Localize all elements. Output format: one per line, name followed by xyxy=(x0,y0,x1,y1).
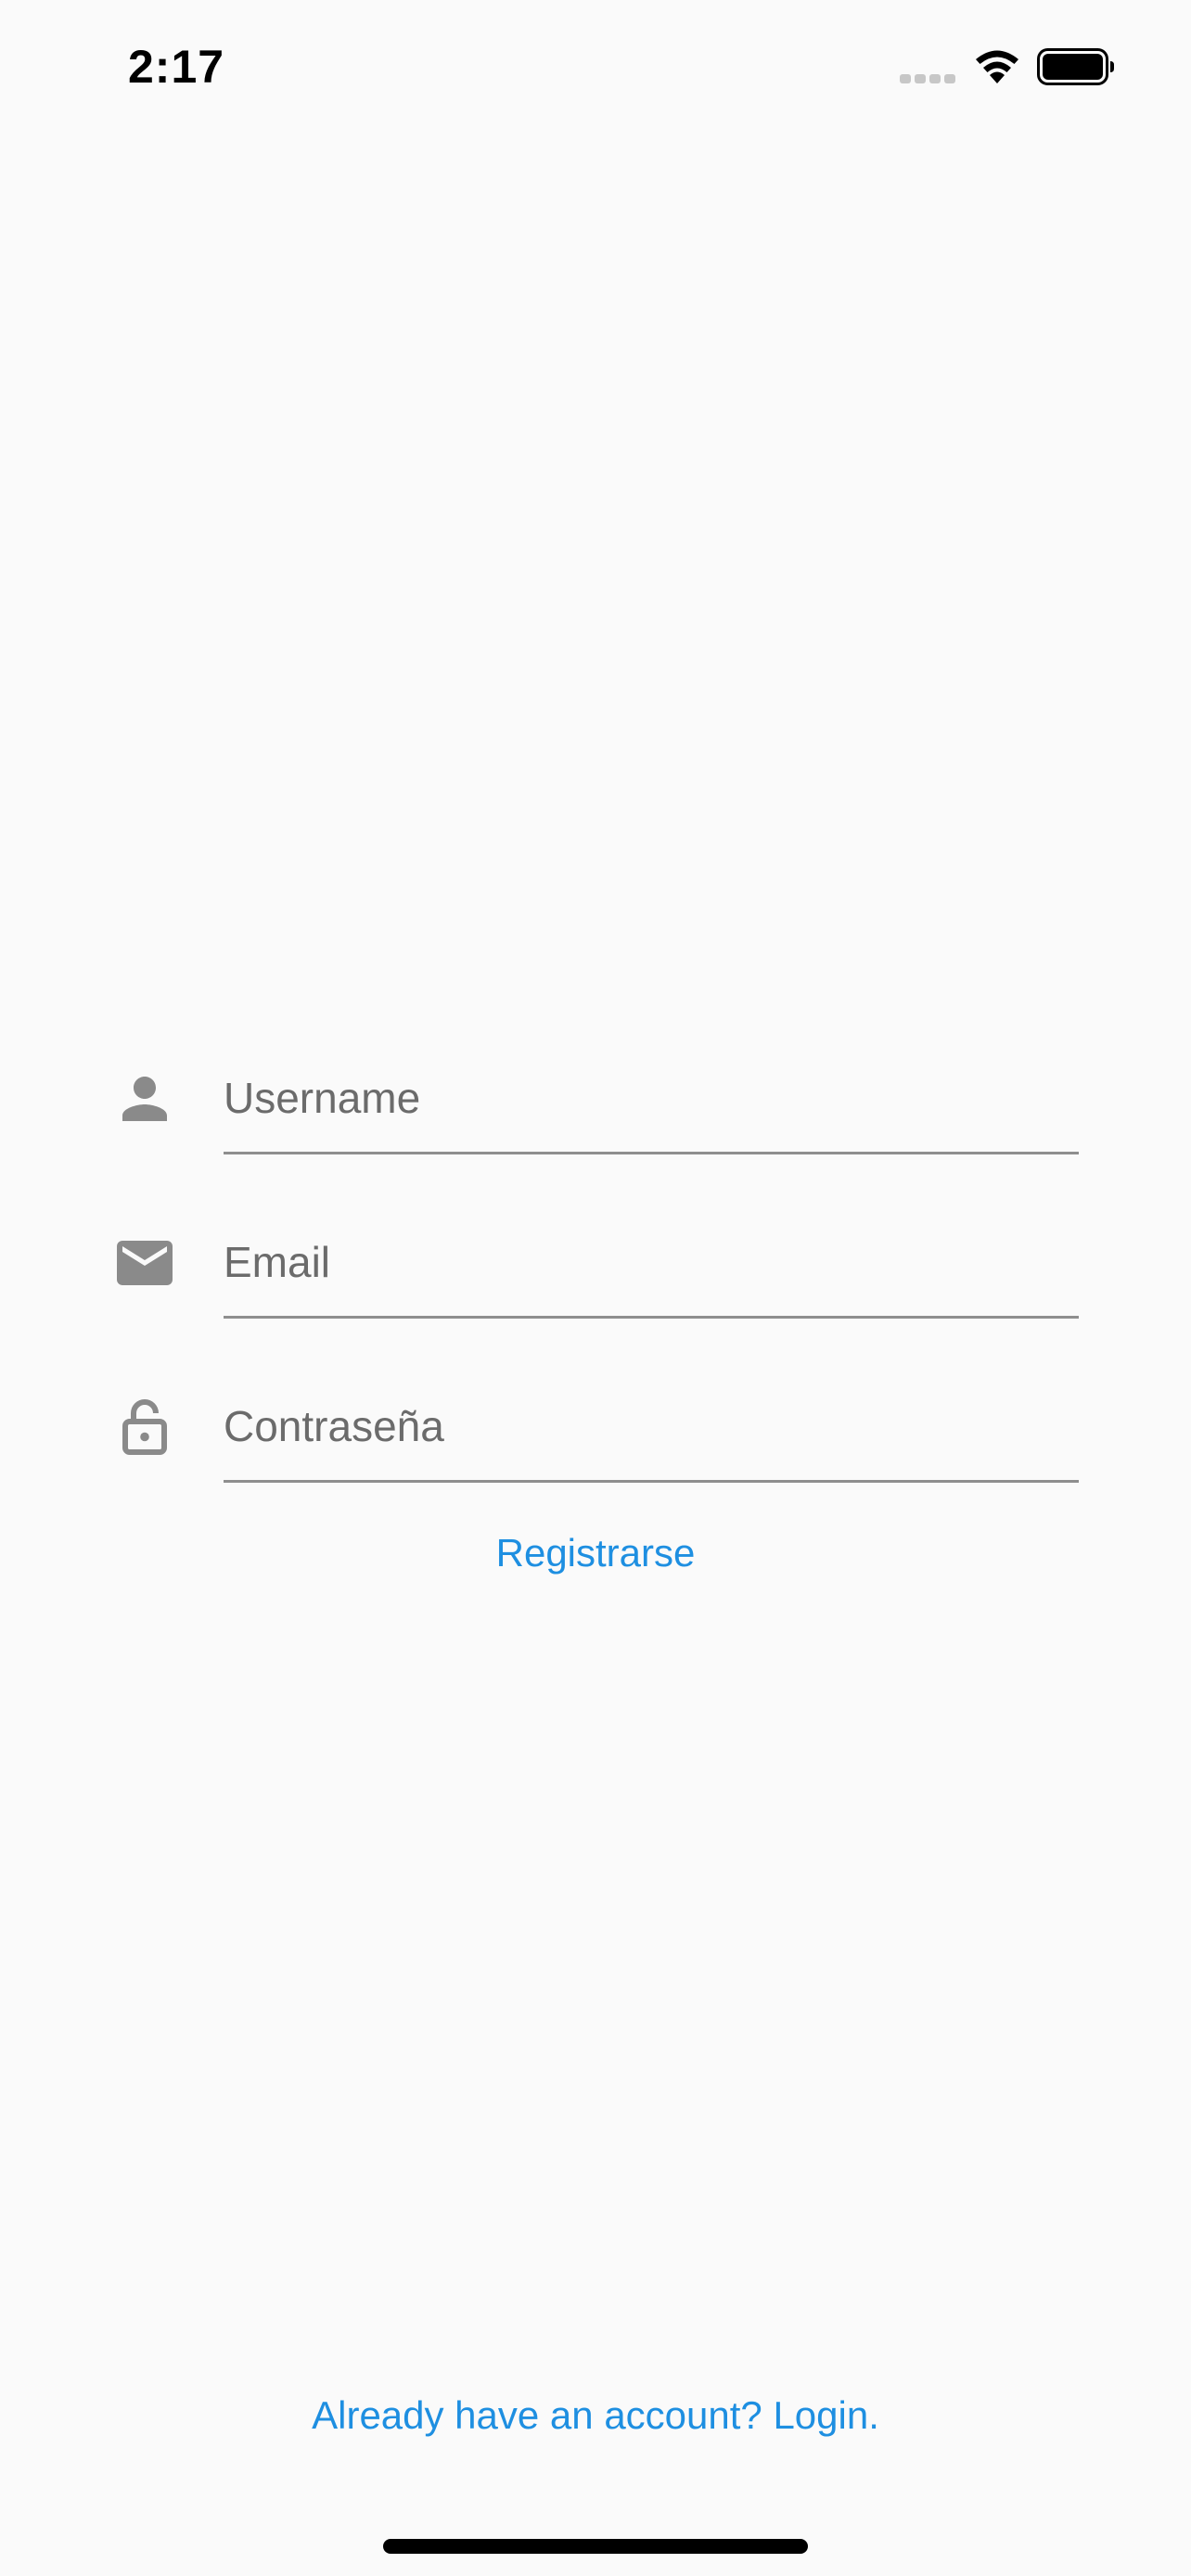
username-input[interactable] xyxy=(224,1043,1079,1154)
lock-icon xyxy=(122,1399,167,1455)
email-input[interactable] xyxy=(224,1207,1079,1319)
register-button[interactable]: Registrarse xyxy=(0,1521,1191,1586)
login-link[interactable]: Already have an account? Login. xyxy=(0,2383,1191,2448)
cellular-signal-icon xyxy=(900,74,955,83)
email-row xyxy=(0,1207,1191,1356)
home-indicator[interactable] xyxy=(383,2539,808,2554)
wifi-icon xyxy=(976,50,1018,83)
status-time: 2:17 xyxy=(128,41,225,93)
status-bar: 2:17 xyxy=(0,0,1191,130)
mail-icon xyxy=(117,1241,173,1285)
password-input[interactable] xyxy=(224,1371,1079,1483)
username-row xyxy=(0,1043,1191,1192)
person-icon xyxy=(122,1077,167,1121)
password-row xyxy=(0,1371,1191,1520)
battery-icon xyxy=(1037,48,1114,85)
